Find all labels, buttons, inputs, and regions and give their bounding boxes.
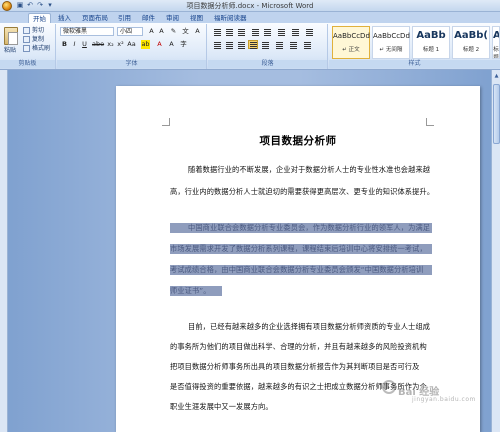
tab-view[interactable]: 视图	[186, 13, 207, 23]
subscript-icon[interactable]: x₂	[106, 40, 115, 49]
decrease-indent-icon[interactable]	[250, 27, 260, 36]
style-heading-2[interactable]: AaBb( 标题 2	[452, 26, 490, 59]
tab-page-layout[interactable]: 页面布局	[78, 13, 112, 23]
font-group: 微软雅黑 小四 A A ✎ 文 A B I U abe x₂ x² Aa ab …	[57, 24, 207, 69]
sort-icon[interactable]	[290, 27, 300, 36]
vertical-scrollbar[interactable]: ▲	[491, 70, 500, 432]
style-no-spacing[interactable]: AaBbCcDd ↵ 无间隔	[372, 26, 410, 59]
char-shading-icon[interactable]: A	[167, 40, 176, 49]
styles-group-label: 样式	[329, 60, 500, 68]
ribbon: 粘贴 剪切 复制 格式刷 剪贴板 微软雅黑 小四 A A ✎ 文 A B I U…	[0, 23, 500, 70]
shrink-font-icon[interactable]: A	[157, 27, 166, 36]
tab-references[interactable]: 引用	[114, 13, 135, 23]
borders-icon[interactable]	[302, 40, 312, 49]
enclose-char-icon[interactable]: 字	[179, 40, 188, 49]
baidu-paw-logo	[382, 380, 396, 394]
copy-button[interactable]: 复制	[23, 36, 44, 44]
paragraph-group: 段落	[208, 24, 328, 69]
paragraph-line: 职业生涯发展中又一发展方向。	[170, 402, 273, 411]
tab-insert[interactable]: 插入	[54, 13, 75, 23]
font-group-label: 字体	[57, 60, 206, 68]
paragraph-line: 的事务所为他们的项目做出科学、合理的分析，并且有越来越多的风险投资机构	[170, 342, 427, 351]
multilevel-list-icon[interactable]	[236, 27, 246, 36]
paste-icon[interactable]	[4, 27, 18, 45]
paragraph-line: 高，行业内的数据分析人士就迫切的需要获得更高层次、更专业的知识体系提升。	[170, 187, 435, 196]
scrollbar-thumb[interactable]	[493, 84, 500, 144]
format-painter-button[interactable]: 格式刷	[23, 45, 50, 53]
line-spacing-icon[interactable]	[274, 40, 284, 49]
justify-icon[interactable]	[248, 40, 258, 49]
font-size-select[interactable]: 小四	[117, 27, 143, 36]
numbering-icon[interactable]	[224, 27, 234, 36]
strikethrough-icon[interactable]: abe	[92, 40, 104, 49]
ribbon-tabs: 开始 插入 页面布局 引用 邮件 审阅 视图 福昕阅读器	[0, 12, 500, 23]
cut-button[interactable]: 剪切	[23, 27, 44, 35]
tab-home[interactable]: 开始	[28, 13, 51, 23]
margin-corner-mark	[162, 118, 170, 126]
bold-icon[interactable]: B	[60, 40, 69, 49]
italic-icon[interactable]: I	[70, 40, 79, 49]
clipboard-group: 粘贴 剪切 复制 格式刷 剪贴板	[0, 24, 56, 69]
show-marks-icon[interactable]	[304, 27, 314, 36]
increase-indent-icon[interactable]	[262, 27, 272, 36]
tab-mailings[interactable]: 邮件	[138, 13, 159, 23]
styles-group: AaBbCcDd ↵ 正文 AaBbCcDd ↵ 无间隔 AaBb 标题 1 A…	[329, 24, 500, 69]
align-center-icon[interactable]	[224, 40, 234, 49]
window-title: 项目数据分析师.docx - Microsoft Word	[186, 2, 314, 10]
selected-line: 市场发展需求开发了数据分析系列课程，课程结束后培训中心将安排统一考试，	[170, 244, 432, 254]
style-heading-1[interactable]: AaBb 标题 1	[412, 26, 450, 59]
brush-icon	[23, 45, 30, 52]
highlight-icon[interactable]: ab	[141, 40, 150, 49]
scroll-up-icon[interactable]: ▲	[493, 72, 500, 80]
tab-review[interactable]: 审阅	[162, 13, 183, 23]
watermark-url: jingyan.baidu.com	[412, 396, 476, 403]
document-page[interactable]: 项目数据分析师 随着数据行业的不断发展，企业对于数据分析人士的专业性水准也会越来…	[116, 86, 480, 432]
selected-line: 师业证书”。	[170, 286, 222, 296]
distributed-icon[interactable]	[260, 40, 270, 49]
char-border-icon[interactable]: A	[193, 27, 202, 36]
title-bar: ▣ ↶ ↷ ▾ 项目数据分析师.docx - Microsoft Word	[0, 0, 500, 12]
align-right-icon[interactable]	[236, 40, 246, 49]
clear-format-icon[interactable]: ✎	[169, 27, 178, 36]
font-color-icon[interactable]: A	[155, 40, 164, 49]
align-left-icon[interactable]	[212, 40, 222, 49]
phonetic-icon[interactable]: 文	[181, 27, 190, 36]
style-title[interactable]: AaBb 标题	[492, 26, 500, 59]
font-name-select[interactable]: 微软雅黑	[60, 27, 114, 36]
tab-foxit-reader[interactable]: 福昕阅读器	[210, 13, 251, 23]
paste-button[interactable]: 粘贴	[4, 47, 16, 55]
superscript-icon[interactable]: x²	[116, 40, 125, 49]
vertical-ruler	[0, 70, 8, 432]
change-case-icon[interactable]: Aa	[127, 40, 136, 49]
scissors-icon	[23, 27, 30, 34]
paragraph-group-label: 段落	[208, 60, 327, 68]
chinese-layout-icon[interactable]	[276, 27, 286, 36]
margin-corner-mark	[426, 118, 434, 126]
selected-line: 中国商业联合会数据分析专业委员会，作为数据分析行业的领军人，为满足	[170, 223, 432, 233]
paragraph-line: 目前，已经有越来越多的企业选择拥有项目数据分析师资质的专业人士组成	[188, 322, 431, 331]
paragraph-line: 把项目数据分析师事务所出具的项目数据分析报告作为其判断项目是否可行及	[170, 362, 420, 371]
grow-font-icon[interactable]: A	[147, 27, 156, 36]
paragraph-line: 随着数据行业的不断发展，企业对于数据分析人士的专业性水准也会越来越	[188, 165, 431, 174]
shading-icon[interactable]	[288, 40, 298, 49]
style-normal[interactable]: AaBbCcDd ↵ 正文	[332, 26, 370, 59]
bullets-icon[interactable]	[212, 27, 222, 36]
underline-icon[interactable]: U	[80, 40, 89, 49]
clipboard-group-label: 剪贴板	[0, 60, 55, 68]
selected-line: 考试成绩合格，由中国商业联合会数据分析专业委员会颁发“中国数据分析培训	[170, 265, 432, 275]
copy-icon	[23, 36, 30, 43]
document-title: 项目数据分析师	[259, 135, 337, 147]
